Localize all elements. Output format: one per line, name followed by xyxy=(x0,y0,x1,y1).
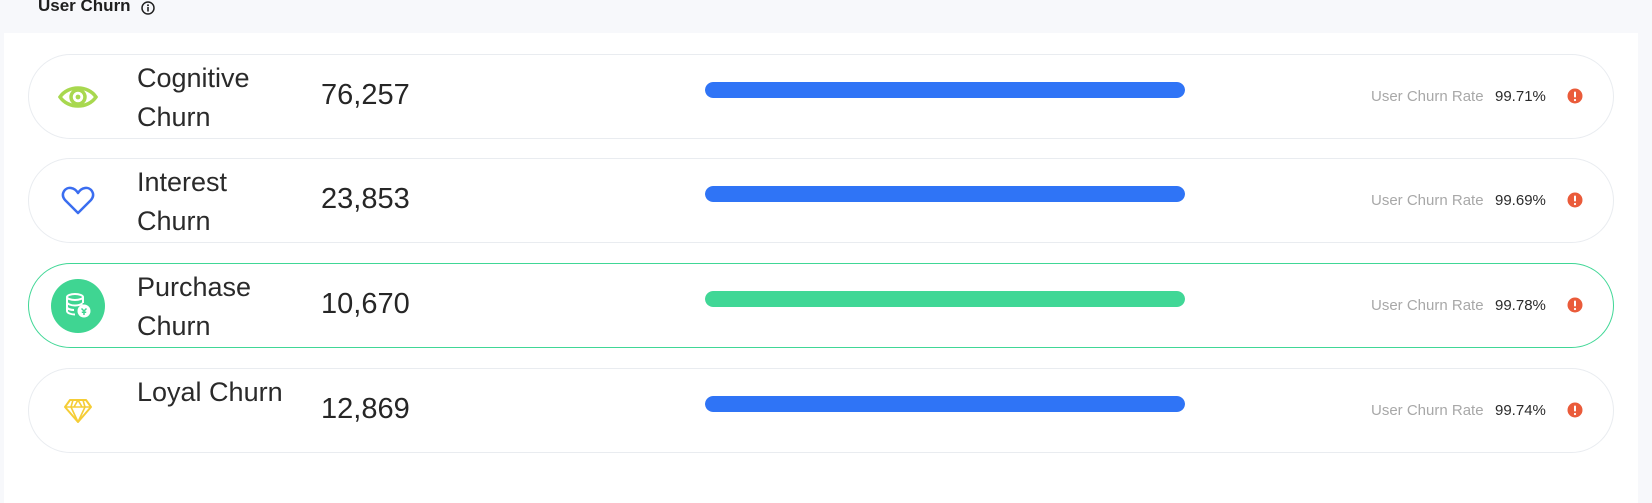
churn-list: Cognitive Churn 76,257 User Churn Rate 9… xyxy=(4,33,1638,503)
churn-name: Loyal Churn xyxy=(137,377,283,407)
user-churn-panel: User Churn Cognitive Churn 76,257 User C… xyxy=(4,0,1638,503)
churn-rate-label: User Churn Rate xyxy=(1371,192,1484,209)
churn-progress-fill xyxy=(705,396,1185,412)
churn-progress-fill xyxy=(705,186,1185,202)
churn-rate-value: 99.74% xyxy=(1495,402,1546,419)
churn-rate-value: 99.71% xyxy=(1495,88,1546,105)
churn-rate-value: 99.69% xyxy=(1495,192,1546,209)
churn-count: 12,869 xyxy=(321,393,410,425)
coins-icon xyxy=(51,279,105,333)
churn-progress-bar xyxy=(705,82,1185,98)
churn-progress-bar xyxy=(705,186,1185,202)
panel-title-text: User Churn xyxy=(38,0,131,15)
churn-rate-label: User Churn Rate xyxy=(1371,88,1484,105)
churn-rate-label: User Churn Rate xyxy=(1371,297,1484,314)
churn-card-interest[interactable]: Interest Churn 23,853 User Churn Rate 99… xyxy=(28,158,1614,243)
info-icon[interactable] xyxy=(140,0,155,15)
churn-card-cognitive[interactable]: Cognitive Churn 76,257 User Churn Rate 9… xyxy=(28,54,1614,139)
churn-card-loyal[interactable]: Loyal Churn 12,869 User Churn Rate 99.74… xyxy=(28,368,1614,453)
eye-icon xyxy=(51,70,105,124)
diamond-icon xyxy=(51,384,105,438)
churn-rate-value: 99.78% xyxy=(1495,297,1546,314)
panel-title: User Churn xyxy=(38,0,155,16)
panel-header: User Churn xyxy=(4,0,1638,33)
warning-icon[interactable] xyxy=(1567,192,1583,208)
heart-icon xyxy=(51,174,105,228)
churn-count: 10,670 xyxy=(321,288,410,320)
churn-count: 76,257 xyxy=(321,79,410,111)
churn-count: 23,853 xyxy=(321,183,410,215)
churn-name: Cognitive Churn xyxy=(137,63,250,132)
churn-progress-fill xyxy=(705,291,1185,307)
churn-progress-fill xyxy=(705,82,1185,98)
churn-name: Interest Churn xyxy=(137,167,228,236)
churn-card-purchase[interactable]: Purchase Churn 10,670 User Churn Rate 99… xyxy=(28,263,1614,348)
warning-icon[interactable] xyxy=(1567,402,1583,418)
churn-rate-label: User Churn Rate xyxy=(1371,402,1484,419)
warning-icon[interactable] xyxy=(1567,297,1583,313)
churn-progress-bar xyxy=(705,396,1185,412)
churn-name: Purchase Churn xyxy=(137,272,252,341)
churn-progress-bar xyxy=(705,291,1185,307)
warning-icon[interactable] xyxy=(1567,88,1583,104)
